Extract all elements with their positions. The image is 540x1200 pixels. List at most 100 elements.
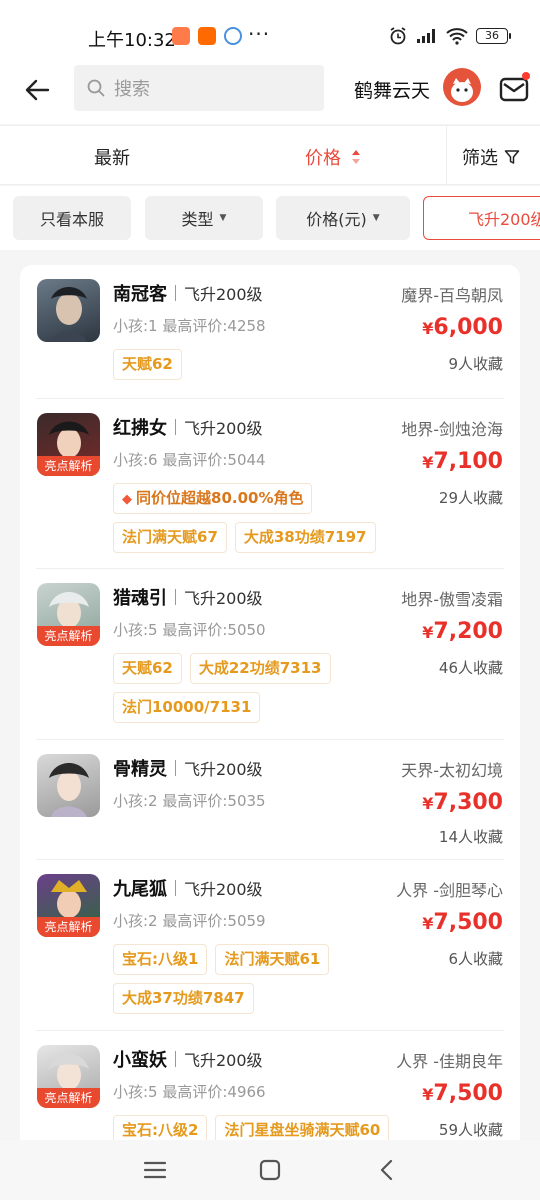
- filter-button[interactable]: 筛选: [462, 144, 520, 170]
- alarm-icon: [390, 27, 406, 45]
- list-item[interactable]: 骨精灵 飞升200级 天界-太初幻境 小孩:2 最高评价:5035 ¥7,300 …: [20, 740, 520, 860]
- highlight-badge[interactable]: 亮点解析: [37, 917, 100, 937]
- character-name: 小蛮妖: [113, 1050, 167, 1071]
- highlight-badge[interactable]: 亮点解析: [37, 626, 100, 646]
- favorite-count: 29人收藏: [438, 489, 503, 507]
- character-thumbnail: [37, 279, 100, 342]
- price: ¥7,200: [422, 619, 503, 644]
- character-name: 骨精灵: [113, 759, 167, 780]
- search-input[interactable]: 搜索: [74, 65, 324, 111]
- character-level: 飞升200级: [184, 285, 263, 304]
- more-notifications-icon: ···: [248, 22, 271, 46]
- currency-symbol: ¥: [422, 453, 434, 472]
- chip-label: 类型: [181, 210, 214, 229]
- tag-list: 天赋62: [113, 349, 182, 380]
- price-value: 7,300: [433, 790, 503, 815]
- tag-list: 宝石:八级2 法门星盘坐骑满天赋60: [113, 1115, 390, 1140]
- highlight-badge[interactable]: 亮点解析: [37, 456, 100, 476]
- server-name[interactable]: 鹤舞云天: [354, 76, 430, 103]
- character-level: 飞升200级: [184, 760, 263, 779]
- dropdown-triangle-icon: ▼: [219, 213, 227, 223]
- back-arrow-icon[interactable]: [20, 72, 56, 108]
- character-thumbnail: 亮点解析: [37, 1045, 100, 1108]
- price: ¥6,000: [422, 315, 503, 340]
- price-rank-text: 同价位超越80.00%角色: [136, 489, 304, 507]
- filter-icon: [504, 150, 520, 164]
- name-row: 小蛮妖 飞升200级: [113, 1046, 263, 1072]
- chip-label: 飞升200级: [468, 210, 540, 229]
- character-stats: 小孩:5 最高评价:4966: [113, 1083, 266, 1101]
- character-thumbnail: 亮点解析: [37, 874, 100, 937]
- currency-symbol: ¥: [422, 319, 434, 338]
- name-row: 南冠客 飞升200级: [113, 280, 263, 306]
- mi-notification-icon: [198, 27, 216, 45]
- character-name: 九尾狐: [113, 879, 167, 900]
- search-icon: [87, 79, 105, 97]
- server-label: 地界-剑烛沧海: [401, 420, 503, 439]
- server-label: 魔界-百鸟朝凤: [401, 286, 503, 305]
- character-thumbnail: 亮点解析: [37, 583, 100, 646]
- favorite-count: 14人收藏: [438, 828, 503, 846]
- filter-label: 筛选: [462, 148, 498, 169]
- tag-list: 宝石:八级1 法门满天赋61 大成37功绩7847: [113, 944, 330, 1014]
- server-label: 人界 -剑胆琴心: [396, 881, 503, 900]
- system-nav-bar: [0, 1140, 540, 1200]
- price-value: 7,100: [433, 449, 503, 474]
- sort-arrows-icon: [352, 150, 360, 164]
- sort-price-tab[interactable]: 价格: [305, 144, 361, 170]
- chip-type[interactable]: 类型 ▼: [145, 196, 263, 240]
- system-icons: 36: [388, 26, 511, 46]
- tag: 大成38功绩7197: [234, 522, 376, 553]
- cloud-notification-icon: [224, 27, 242, 45]
- tag-list: ◆ 同价位超越80.00%角色 法门满天赋67 大成38功绩7197: [113, 483, 376, 553]
- tag: 大成22功绩7313: [189, 653, 331, 684]
- avatar[interactable]: [443, 68, 481, 106]
- chip-only-this-server[interactable]: 只看本服: [13, 196, 131, 240]
- battery-icon: 36: [476, 28, 511, 44]
- price-value: 7,500: [433, 1081, 503, 1106]
- tag: 天赋62: [113, 349, 182, 380]
- notification-icons: [172, 27, 242, 45]
- sort-bar: 最新 价格 筛选: [0, 125, 540, 186]
- chip-label: 价格(元): [306, 210, 367, 229]
- list-item[interactable]: 亮点解析 猎魂引 飞升200级 地界-傲雪凌霜 小孩:5 最高评价:5050 ¥7…: [20, 569, 520, 740]
- price: ¥7,300: [422, 790, 503, 815]
- chip-price[interactable]: 价格(元) ▼: [276, 196, 410, 240]
- character-level: 飞升200级: [184, 1051, 263, 1070]
- character-name: 南冠客: [113, 284, 167, 305]
- name-row: 骨精灵 飞升200级: [113, 755, 263, 781]
- mail-unread-dot: [522, 72, 530, 80]
- list-item[interactable]: 亮点解析 九尾狐 飞升200级 人界 -剑胆琴心 小孩:2 最高评价:5059 ¥…: [20, 860, 520, 1031]
- highlight-badge[interactable]: 亮点解析: [37, 1088, 100, 1108]
- app-notification-icon: [172, 27, 190, 45]
- avatar-cat-icon: [451, 78, 473, 102]
- wifi-icon: [446, 28, 468, 45]
- currency-symbol: ¥: [422, 914, 434, 933]
- chip-level[interactable]: 飞升200级: [423, 196, 540, 240]
- server-label: 天界-太初幻境: [401, 761, 503, 780]
- price-value: 7,200: [433, 619, 503, 644]
- home-square-icon[interactable]: [257, 1158, 283, 1182]
- filter-chips: 只看本服 类型 ▼ 价格(元) ▼ 飞升200级: [0, 186, 540, 250]
- sort-latest-tab[interactable]: 最新: [94, 144, 130, 170]
- diamond-icon: ◆: [122, 492, 132, 507]
- signal-icon: [417, 29, 435, 43]
- tag: 法门满天赋61: [215, 944, 330, 975]
- character-stats: 小孩:1 最高评价:4258: [113, 317, 266, 335]
- name-row: 红拂女 飞升200级: [113, 414, 263, 440]
- character-stats: 小孩:2 最高评价:5035: [113, 792, 266, 810]
- name-row: 九尾狐 飞升200级: [113, 875, 263, 901]
- back-chevron-icon[interactable]: [374, 1158, 400, 1182]
- chip-label: 只看本服: [39, 210, 104, 229]
- list-item[interactable]: 亮点解析 红拂女 飞升200级 地界-剑烛沧海 小孩:6 最高评价:5044 ¥7…: [20, 399, 520, 569]
- status-time: 上午10:32: [88, 30, 176, 51]
- price-value: 6,000: [433, 315, 503, 340]
- price: ¥7,500: [422, 910, 503, 935]
- character-stats: 小孩:5 最高评价:5050: [113, 621, 266, 639]
- list-item[interactable]: 南冠客 飞升200级 魔界-百鸟朝凤 小孩:1 最高评价:4258 ¥6,000 …: [20, 265, 520, 399]
- menu-icon[interactable]: [142, 1158, 168, 1182]
- favorite-count: 46人收藏: [438, 659, 503, 677]
- server-label: 地界-傲雪凌霜: [401, 590, 503, 609]
- list-item[interactable]: 亮点解析 小蛮妖 飞升200级 人界 -佳期良年 小孩:5 最高评价:4966 ¥…: [20, 1031, 520, 1140]
- favorite-count: 6人收藏: [448, 950, 503, 968]
